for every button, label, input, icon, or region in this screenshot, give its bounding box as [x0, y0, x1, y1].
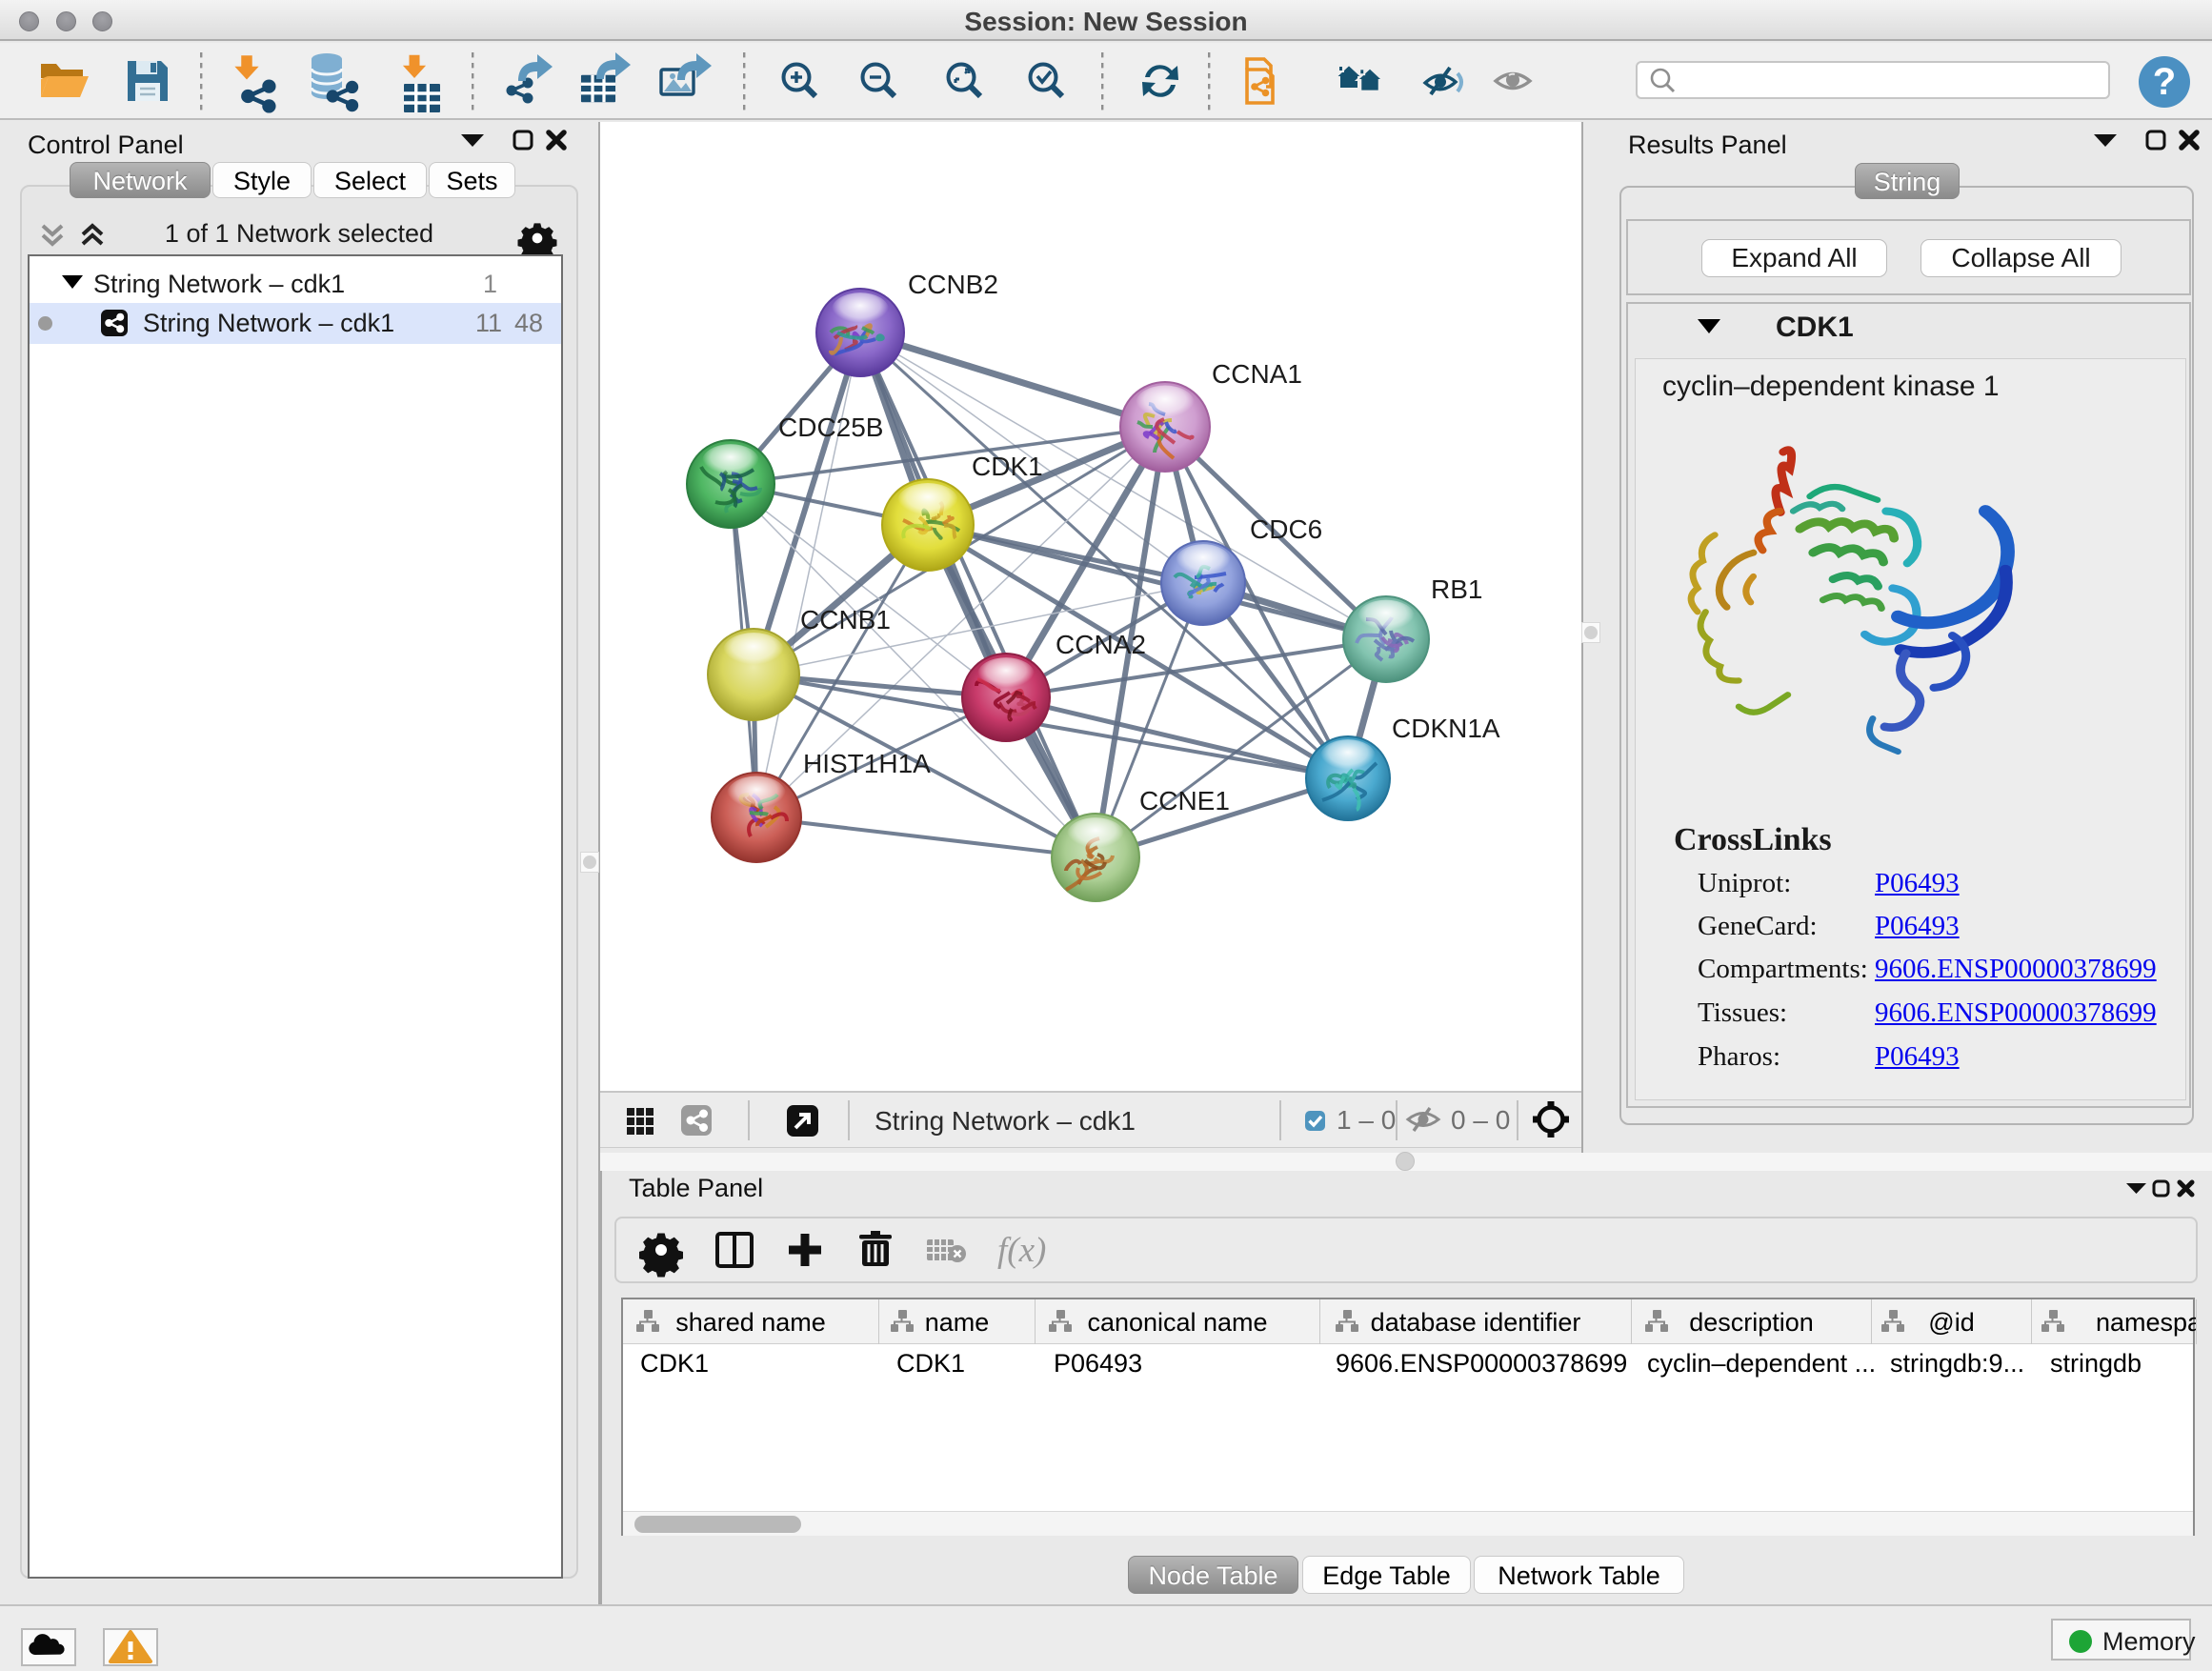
svg-text:CDC6: CDC6 — [1250, 514, 1322, 544]
svg-text:CCNA2: CCNA2 — [1056, 630, 1146, 659]
svg-text:CCNE1: CCNE1 — [1139, 786, 1230, 815]
svg-text:f(x): f(x) — [997, 1231, 1046, 1270]
svg-text:CDK1: CDK1 — [972, 452, 1043, 481]
svg-text:CDKN1A: CDKN1A — [1392, 714, 1500, 743]
svg-text:CCNB1: CCNB1 — [800, 605, 891, 634]
svg-text:HIST1H1A: HIST1H1A — [803, 749, 931, 778]
svg-text:0 – 0: 0 – 0 — [1451, 1105, 1510, 1135]
svg-text:CCNB2: CCNB2 — [908, 270, 998, 299]
svg-text:?: ? — [2153, 61, 2176, 103]
svg-text:1 – 0: 1 – 0 — [1337, 1105, 1396, 1135]
svg-text:RB1: RB1 — [1431, 574, 1482, 604]
svg-text:CDC25B: CDC25B — [778, 413, 883, 442]
svg-text:CCNA1: CCNA1 — [1212, 359, 1302, 389]
svg-text:String Network – cdk1: String Network – cdk1 — [875, 1106, 1136, 1136]
